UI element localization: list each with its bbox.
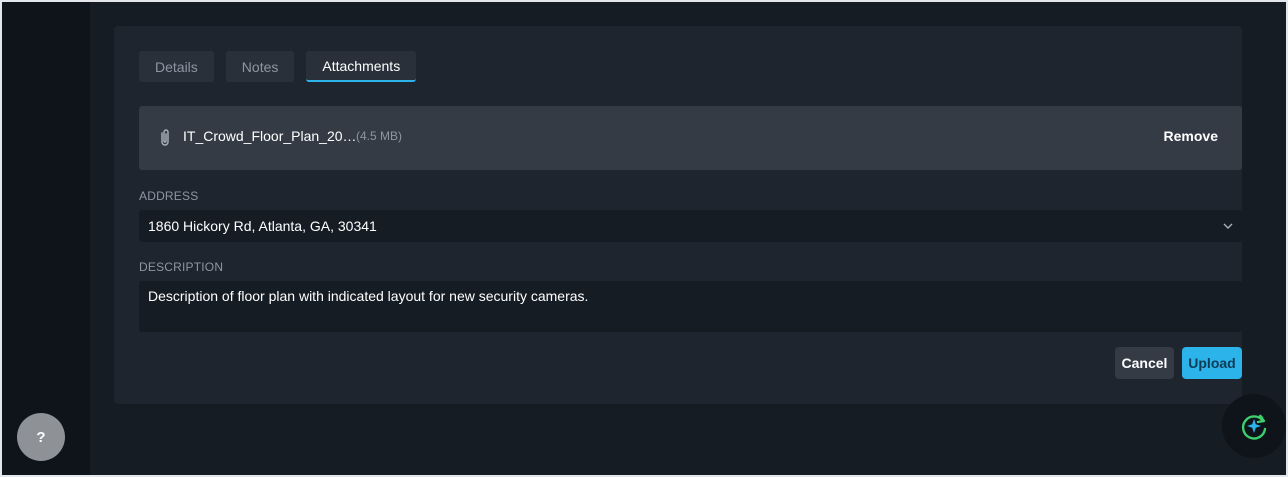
- address-label: ADDRESS: [139, 189, 199, 203]
- description-textarea[interactable]: Description of floor plan with indicated…: [139, 281, 1242, 332]
- attachment-upload-card: Details Notes Attachments IT_Crowd_Floor…: [114, 26, 1242, 404]
- address-value: 1860 Hickory Rd, Atlanta, GA, 30341: [148, 218, 377, 234]
- remove-attachment-button[interactable]: Remove: [1164, 128, 1218, 144]
- attachment-row: IT_Crowd_Floor_Plan_20… (4.5 MB) Remove: [139, 106, 1242, 170]
- attachment-file-name: IT_Crowd_Floor_Plan_20…: [183, 128, 357, 144]
- ai-assistant-button[interactable]: [1222, 394, 1286, 458]
- tab-notes[interactable]: Notes: [225, 51, 295, 82]
- chevron-down-icon: [1223, 223, 1233, 229]
- cancel-button[interactable]: Cancel: [1115, 347, 1174, 379]
- sparkle-refresh-icon: [1241, 414, 1267, 440]
- address-select[interactable]: 1860 Hickory Rd, Atlanta, GA, 30341: [139, 210, 1242, 242]
- app-frame: Details Notes Attachments IT_Crowd_Floor…: [2, 2, 1286, 475]
- tab-bar: Details Notes Attachments: [139, 51, 417, 82]
- paperclip-icon: [161, 129, 169, 146]
- tab-details[interactable]: Details: [139, 51, 214, 82]
- upload-button[interactable]: Upload: [1182, 347, 1242, 379]
- left-sidebar: [2, 2, 90, 475]
- tab-attachments[interactable]: Attachments: [306, 51, 417, 82]
- help-button[interactable]: ?: [17, 413, 65, 461]
- attachment-file-size: (4.5 MB): [356, 129, 403, 143]
- description-label: DESCRIPTION: [139, 260, 224, 274]
